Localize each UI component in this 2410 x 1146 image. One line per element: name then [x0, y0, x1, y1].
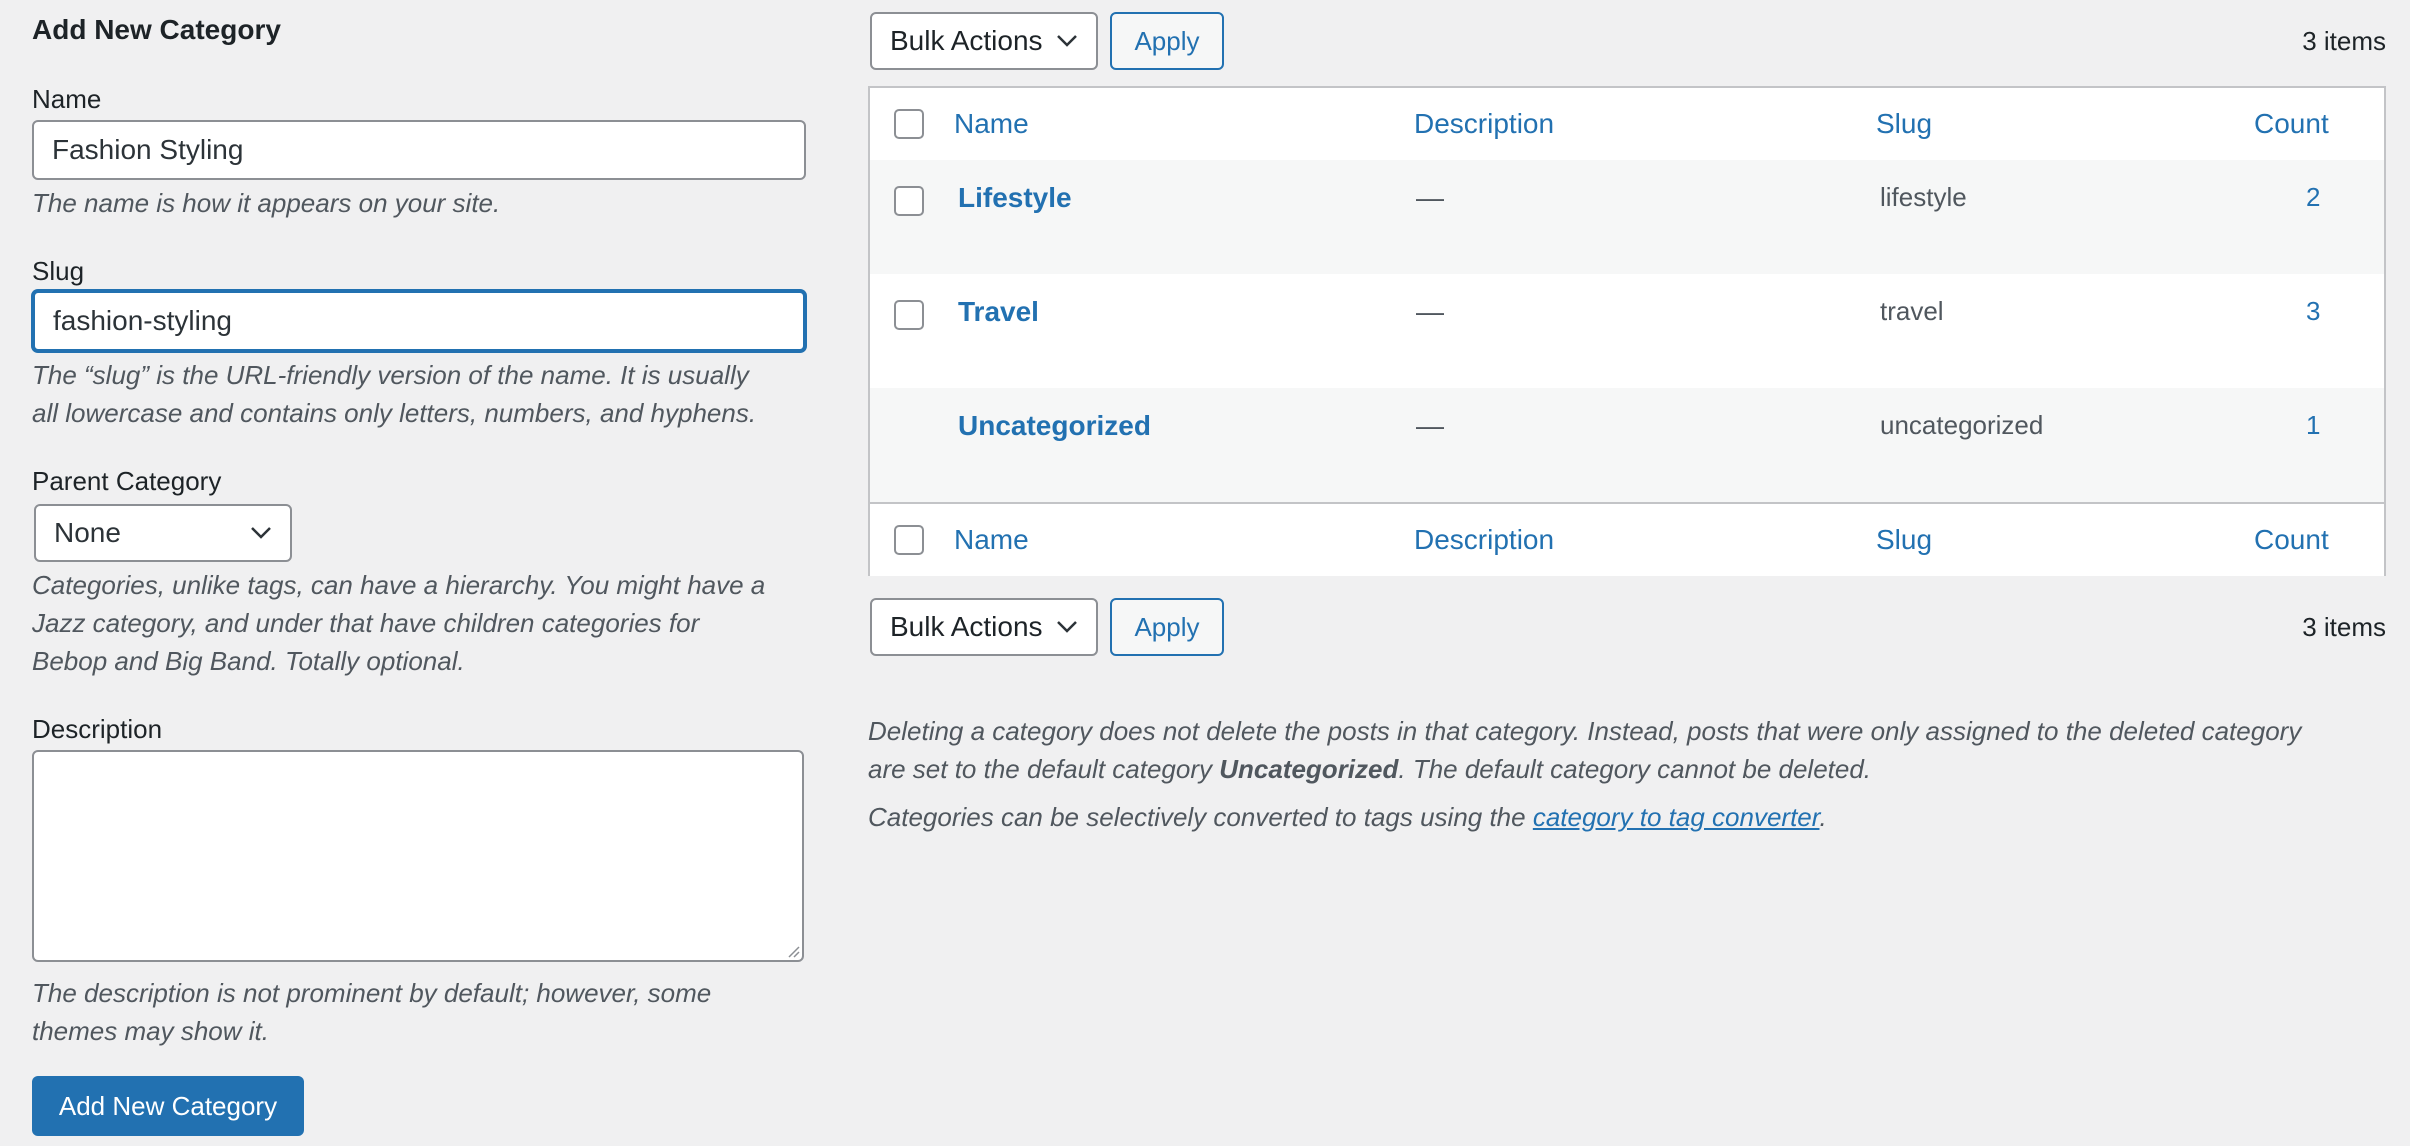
select-all-checkbox[interactable] — [894, 109, 924, 139]
parent-category-select[interactable]: None — [34, 504, 292, 562]
column-slug[interactable]: Slug — [1876, 108, 1932, 140]
note-line-2: are set to the default category Uncatego… — [868, 750, 2388, 788]
note-line-2-pre: are set to the default category — [868, 754, 1220, 784]
chevron-down-icon — [1057, 621, 1077, 633]
parent-category-label: Parent Category — [32, 466, 222, 496]
chevron-down-icon — [251, 527, 271, 539]
column-count[interactable]: Count — [2254, 108, 2329, 140]
row-checkbox[interactable] — [894, 300, 924, 330]
table-footer: Name Description Slug Count — [870, 502, 2384, 576]
items-count-top: 3 items — [2302, 26, 2386, 56]
name-help: The name is how it appears on your site. — [32, 188, 501, 218]
column-description-footer[interactable]: Description — [1414, 524, 1554, 556]
slug-help-line-2: all lowercase and contains only letters,… — [32, 398, 757, 428]
bulk-actions-select-top[interactable]: Bulk Actions — [870, 12, 1098, 70]
parent-help-line-1: Categories, unlike tags, can have a hier… — [32, 570, 766, 600]
name-label: Name — [32, 84, 102, 114]
row-count-link[interactable]: 3 — [2306, 296, 2320, 327]
apply-button-top[interactable]: Apply — [1110, 12, 1224, 70]
row-description: — — [1416, 182, 1444, 213]
column-description[interactable]: Description — [1414, 108, 1554, 140]
row-checkbox[interactable] — [894, 186, 924, 216]
row-count-link[interactable]: 1 — [2306, 410, 2320, 441]
bulk-actions-label-top: Bulk Actions — [890, 25, 1043, 56]
column-count-footer[interactable]: Count — [2254, 524, 2329, 556]
bulk-actions-label-bottom: Bulk Actions — [890, 611, 1043, 642]
slug-input-value: fashion-styling — [53, 305, 232, 336]
parent-category-value: None — [54, 517, 121, 548]
description-textarea[interactable] — [32, 750, 804, 962]
table-header: Name Description Slug Count — [870, 88, 2384, 162]
row-description: — — [1416, 410, 1444, 441]
form-title: Add New Category — [32, 14, 281, 45]
add-new-category-button[interactable]: Add New Category — [32, 1076, 304, 1136]
slug-input[interactable]: fashion-styling — [32, 290, 806, 352]
row-slug: uncategorized — [1880, 410, 2044, 440]
note-line-2-post: . The default category cannot be deleted… — [1398, 754, 1872, 784]
parent-help-line-2: Jazz category, and under that have child… — [32, 608, 700, 638]
note-line-3-post: . — [1819, 802, 1827, 832]
categories-table: Name Description Slug Count Lifestyle — … — [868, 86, 2386, 576]
row-name-link[interactable]: Uncategorized — [958, 410, 1151, 442]
items-count-bottom: 3 items — [2302, 612, 2386, 642]
column-slug-footer[interactable]: Slug — [1876, 524, 1932, 556]
bulk-actions-select-bottom[interactable]: Bulk Actions — [870, 598, 1098, 656]
row-name-link[interactable]: Lifestyle — [958, 182, 1072, 214]
description-help: The description is not prominent by defa… — [32, 974, 711, 1050]
chevron-down-icon — [1057, 35, 1077, 47]
row-slug: travel — [1880, 296, 1944, 326]
category-notes: Deleting a category does not delete the … — [868, 712, 2388, 836]
select-all-checkbox-footer[interactable] — [894, 525, 924, 555]
note-line-1: Deleting a category does not delete the … — [868, 716, 2302, 746]
row-description: — — [1416, 296, 1444, 327]
note-line-3-pre: Categories can be selectively converted … — [868, 802, 1533, 832]
parent-category-help: Categories, unlike tags, can have a hier… — [32, 566, 765, 680]
category-to-tag-converter-link[interactable]: category to tag converter — [1533, 802, 1820, 832]
name-input-value: Fashion Styling — [52, 134, 244, 165]
name-input[interactable]: Fashion Styling — [32, 120, 806, 180]
resize-handle-icon[interactable] — [784, 942, 800, 958]
table-row: Travel — travel 3 — [870, 274, 2384, 388]
table-row: Uncategorized — uncategorized 1 — [870, 388, 2384, 502]
description-label: Description — [32, 714, 163, 744]
note-line-3: Categories can be selectively converted … — [868, 798, 2388, 836]
row-count-link[interactable]: 2 — [2306, 182, 2320, 213]
column-name[interactable]: Name — [954, 108, 1029, 140]
parent-help-line-3: Bebop and Big Band. Totally optional. — [32, 646, 465, 676]
slug-label: Slug — [32, 256, 85, 286]
description-help-line-2: themes may show it. — [32, 1016, 269, 1046]
note-line-2-bold: Uncategorized — [1219, 754, 1399, 784]
table-row: Lifestyle — lifestyle 2 — [870, 160, 2384, 274]
description-help-line-1: The description is not prominent by defa… — [32, 978, 712, 1008]
row-name-link[interactable]: Travel — [958, 296, 1039, 328]
slug-help-line-1: The “slug” is the URL-friendly version o… — [32, 360, 749, 390]
apply-button-bottom[interactable]: Apply — [1110, 598, 1224, 656]
row-slug: lifestyle — [1880, 182, 1967, 212]
slug-help: The “slug” is the URL-friendly version o… — [32, 356, 756, 432]
column-name-footer[interactable]: Name — [954, 524, 1029, 556]
